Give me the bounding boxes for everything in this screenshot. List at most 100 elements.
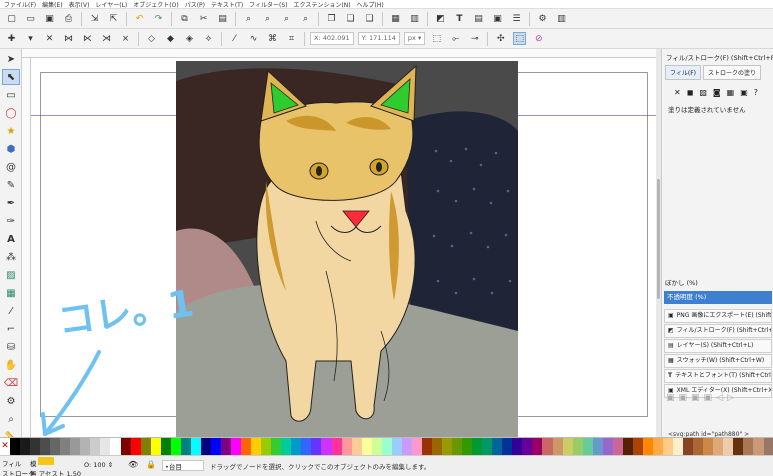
ellipse-tool-icon[interactable]: ◯: [2, 105, 20, 121]
tab-fill[interactable]: フィル(F): [665, 65, 702, 80]
color-swatch[interactable]: [733, 438, 744, 456]
import-icon[interactable]: ⇲: [88, 12, 101, 25]
color-swatch[interactable]: [130, 438, 141, 456]
color-swatch[interactable]: [653, 438, 664, 456]
to-line-icon[interactable]: ⁄: [228, 32, 241, 45]
color-swatch[interactable]: [592, 438, 603, 456]
color-swatch[interactable]: [743, 438, 754, 456]
color-swatch[interactable]: [622, 438, 633, 456]
color-swatch[interactable]: [160, 438, 171, 456]
export-icon[interactable]: ⇱: [107, 12, 120, 25]
color-swatch[interactable]: [20, 438, 31, 456]
fill-stroke-icon[interactable]: ◩: [434, 12, 447, 25]
color-swatch[interactable]: [492, 438, 503, 456]
current-layer-select[interactable]: •台目: [162, 460, 204, 471]
color-swatch[interactable]: [220, 438, 232, 456]
spin-arrows-icon[interactable]: ⇕: [108, 461, 113, 469]
unset-paint-icon[interactable]: ?: [754, 88, 758, 97]
color-swatch[interactable]: [532, 438, 543, 456]
color-swatch[interactable]: [642, 438, 653, 456]
zoom-drawing-icon[interactable]: ⌕: [261, 12, 274, 25]
color-swatch[interactable]: [371, 438, 382, 456]
color-swatch[interactable]: [331, 438, 342, 456]
zoom-selection-icon[interactable]: ⌕: [242, 12, 255, 25]
zoom-width-icon[interactable]: ⌕: [299, 12, 312, 25]
color-swatch[interactable]: [663, 438, 674, 456]
show-handles-icon[interactable]: ⟜: [449, 32, 462, 45]
opacity-slider[interactable]: 不透明度 (%): [664, 291, 772, 304]
document-properties-icon[interactable]: ▥: [555, 12, 568, 25]
align-icon[interactable]: ☰: [510, 12, 523, 25]
object-to-path-icon[interactable]: ⌘: [266, 32, 279, 45]
color-swatch[interactable]: [50, 438, 61, 456]
color-swatch[interactable]: [552, 438, 563, 456]
color-swatch[interactable]: [321, 438, 332, 456]
clone-icon[interactable]: ❏: [344, 12, 357, 25]
color-palette[interactable]: ✕: [0, 437, 773, 456]
ungroup-icon[interactable]: ▥: [408, 12, 421, 25]
color-swatch[interactable]: [231, 438, 242, 456]
color-swatch[interactable]: [381, 438, 392, 456]
to-curve-icon[interactable]: ∿: [247, 32, 260, 45]
dock-fill-stroke[interactable]: ◩ フィル/ストローク(F) (Shift+Ctrl+F): [664, 324, 772, 338]
color-swatch[interactable]: [512, 438, 523, 456]
lock-layer-icon[interactable]: 🔒: [146, 460, 156, 469]
color-swatch[interactable]: [80, 438, 91, 456]
color-swatch[interactable]: [572, 438, 583, 456]
menu-extensions[interactable]: エクステンション(N): [294, 0, 351, 9]
color-swatch[interactable]: [170, 438, 181, 456]
color-swatch[interactable]: [30, 438, 41, 456]
menu-edit[interactable]: 編集(E): [42, 0, 62, 9]
show-transform-handles-icon[interactable]: ⬚: [430, 32, 443, 45]
color-swatch[interactable]: [562, 438, 573, 456]
spray-tool-icon[interactable]: ⁂: [2, 249, 20, 265]
color-swatch[interactable]: [261, 438, 272, 456]
snap-nodes-icon[interactable]: ⊘: [532, 32, 545, 45]
no-color-swatch[interactable]: ✕: [0, 438, 10, 456]
color-swatch[interactable]: [210, 438, 221, 456]
undo-icon[interactable]: ↶: [133, 12, 146, 25]
gradient-tool-icon[interactable]: ▨: [2, 267, 20, 283]
color-swatch[interactable]: [251, 438, 262, 456]
cusp-node-icon[interactable]: ◇: [145, 32, 158, 45]
stroke-to-path-icon[interactable]: ⌗: [285, 32, 298, 45]
new-document-icon[interactable]: ▢: [5, 12, 18, 25]
x-coordinate-field[interactable]: X: 402.091: [310, 32, 354, 45]
y-coordinate-field[interactable]: Y: 171.114: [357, 32, 400, 45]
drawing-canvas[interactable]: コレ。1: [31, 58, 656, 437]
menu-layer[interactable]: レイヤー(L): [95, 0, 127, 9]
dropper-tool-icon[interactable]: ⁄: [2, 303, 20, 319]
pattern-icon[interactable]: ▦: [727, 88, 735, 97]
new-text-node-icon[interactable]: ▣: [679, 393, 688, 403]
symmetric-node-icon[interactable]: ◈: [183, 32, 196, 45]
pencil-tool-icon[interactable]: ✎: [2, 177, 20, 193]
color-swatch[interactable]: [452, 438, 463, 456]
linear-gradient-icon[interactable]: ▨: [699, 88, 707, 97]
color-swatch[interactable]: [703, 438, 714, 456]
pen-tool-icon[interactable]: ✒: [2, 195, 20, 211]
color-swatch[interactable]: [723, 438, 734, 456]
menu-text[interactable]: テキスト(T): [211, 0, 243, 9]
calligraphy-tool-icon[interactable]: ✑: [2, 213, 20, 229]
mesh-tool-icon[interactable]: ▦: [2, 285, 20, 301]
color-swatch[interactable]: [150, 438, 161, 456]
show-outline-icon[interactable]: ⊸: [468, 32, 481, 45]
color-swatch[interactable]: [442, 438, 453, 456]
connector-tool-icon[interactable]: ⌐: [2, 321, 20, 337]
fill-color-swatch[interactable]: [38, 457, 54, 465]
color-swatch[interactable]: [361, 438, 372, 456]
eraser-tool-icon[interactable]: ⌫: [2, 375, 20, 391]
color-swatch[interactable]: [753, 438, 764, 456]
copy-icon[interactable]: ⧉: [178, 12, 191, 25]
color-swatch[interactable]: [301, 438, 312, 456]
group-icon[interactable]: ▦: [389, 12, 402, 25]
insert-node-icon[interactable]: ✚: [5, 32, 18, 45]
color-swatch[interactable]: [291, 438, 302, 456]
color-swatch[interactable]: [582, 438, 593, 456]
join-nodes-icon[interactable]: ⋈: [62, 32, 75, 45]
smooth-node-icon[interactable]: ◆: [164, 32, 177, 45]
color-swatch[interactable]: [40, 438, 51, 456]
color-swatch[interactable]: [421, 438, 432, 456]
duplicate-node-icon[interactable]: ▣: [691, 393, 700, 403]
color-swatch[interactable]: [200, 438, 211, 456]
